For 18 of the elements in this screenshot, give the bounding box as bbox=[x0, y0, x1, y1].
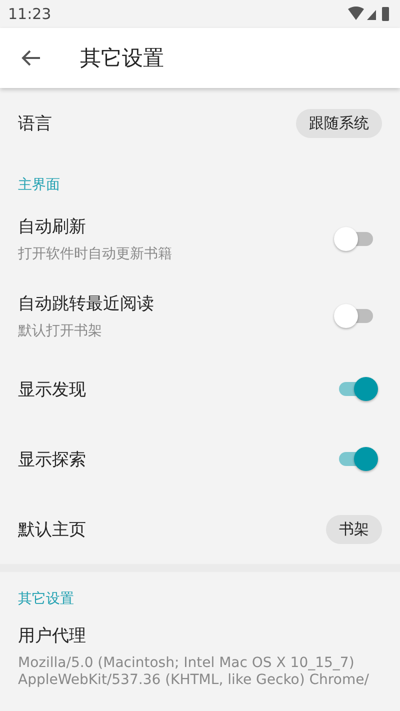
setting-title: 显示探索 bbox=[18, 448, 86, 470]
setting-summary: 打开软件时自动更新书籍 bbox=[18, 246, 172, 262]
status-icons bbox=[348, 6, 390, 22]
value-chip[interactable]: 跟随系统 bbox=[296, 108, 382, 138]
section-header: 主界面 bbox=[17, 176, 61, 195]
setting-summary: Mozilla/5.0 (Macintosh; Intel Mac OS X 10_15_7) AppleWebKit/537.36 (KHTML, like Gecko) Chrome/ bbox=[18, 655, 370, 689]
setting-title: 自动跳转最近阅读 bbox=[18, 292, 154, 314]
setting-title: 显示发现 bbox=[18, 378, 86, 400]
setting-title: 用户代理 bbox=[18, 625, 87, 647]
toolbar-title: 其它设置 bbox=[80, 45, 164, 72]
status-time: 11:23 bbox=[8, 5, 52, 23]
setting-title: 语言 bbox=[18, 112, 52, 134]
setting-title: 自动刷新 bbox=[18, 216, 87, 238]
section-header: 其它设置 bbox=[17, 590, 75, 609]
value-chip[interactable]: 书架 bbox=[326, 514, 382, 544]
back-arrow-icon bbox=[21, 49, 41, 67]
setting-title: 默认主页 bbox=[18, 518, 86, 540]
setting-summary: 默认打开书架 bbox=[18, 322, 103, 340]
